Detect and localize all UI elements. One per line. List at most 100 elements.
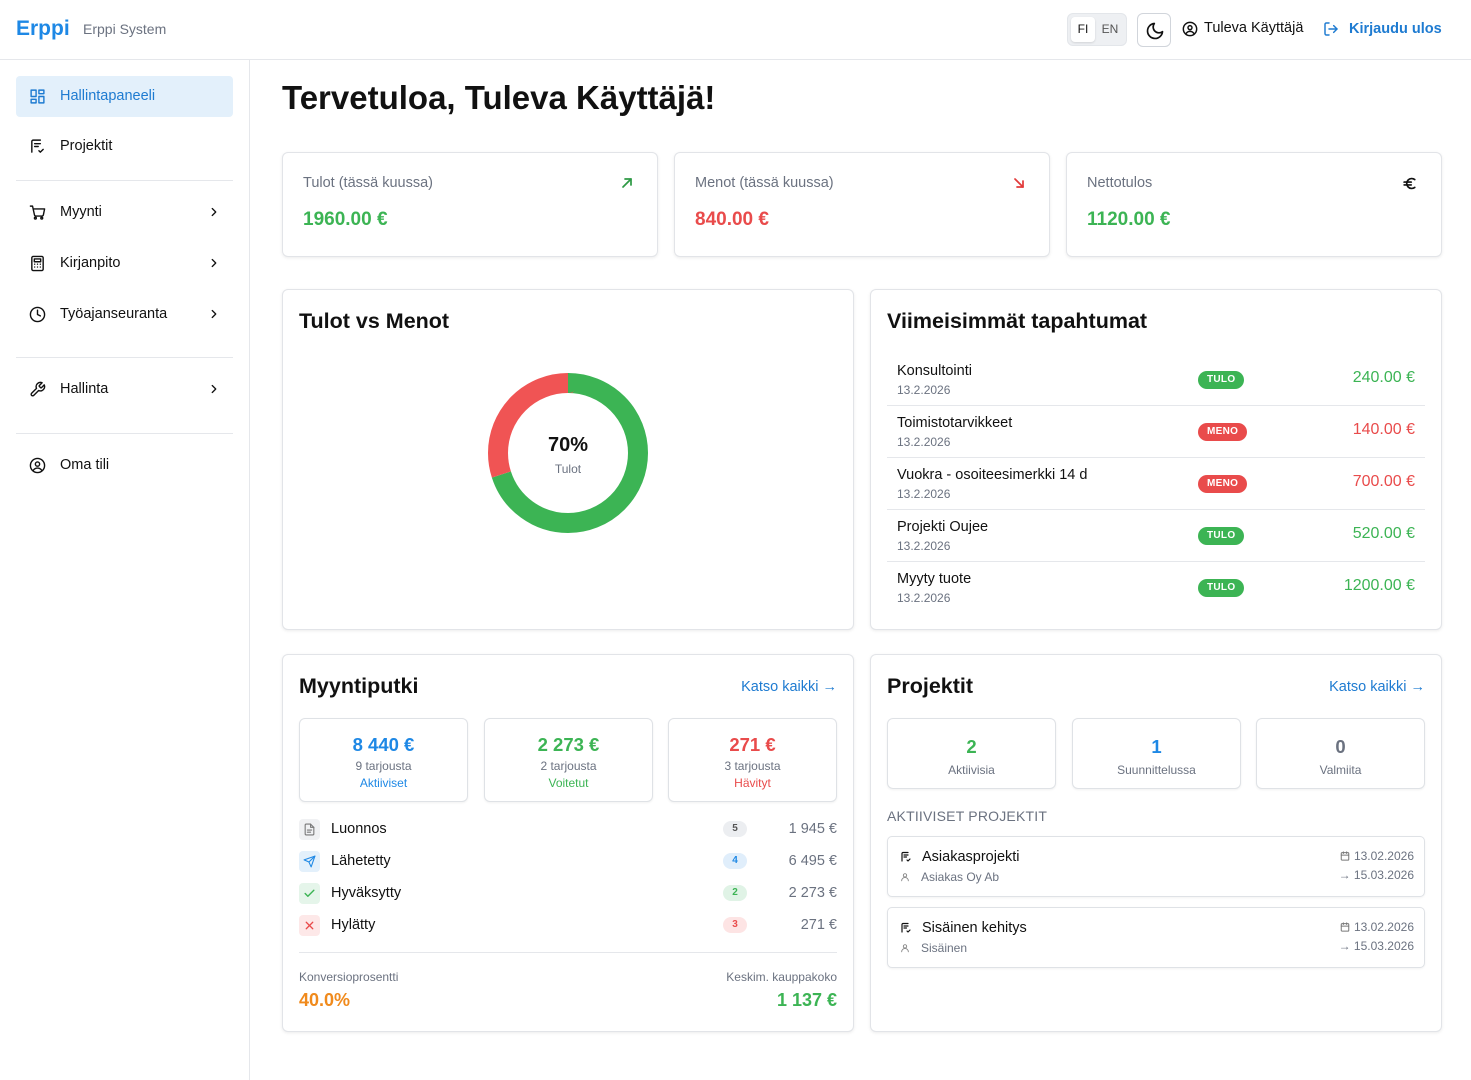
projects-planning-summary[interactable]: 1 Suunnittelussa bbox=[1072, 718, 1241, 789]
wrench-icon bbox=[30, 381, 46, 397]
project-start-date-text: 13.02.2026 bbox=[1353, 920, 1414, 934]
sidebar-item-dashboard[interactable]: Hallintapaneeli bbox=[16, 76, 233, 117]
project-start-date: 13.02.2026 bbox=[1340, 849, 1414, 863]
pipeline-won-summary[interactable]: 2 273 € 2 tarjousta Voitetut bbox=[484, 718, 653, 802]
card-title: Viimeisimmät tapahtumat bbox=[887, 309, 1148, 333]
stat-label: Tulot (tässä kuussa) bbox=[303, 175, 434, 191]
transaction-type-badge: MENO bbox=[1198, 475, 1248, 493]
sidebar-item-label: Hallintapaneeli bbox=[60, 88, 156, 104]
transaction-amount: 700.00 € bbox=[1352, 473, 1415, 490]
summary-label: Valmiita bbox=[1319, 763, 1362, 777]
stat-card-net: Nettotulos 1120.00 € bbox=[1066, 152, 1442, 257]
projects-done-summary[interactable]: 0 Valmiita bbox=[1256, 718, 1425, 789]
sidebar-item-label: Projektit bbox=[60, 138, 113, 154]
project-name: Asiakasprojekti bbox=[922, 849, 1020, 865]
language-switcher: FI EN bbox=[1067, 13, 1127, 46]
project-client: Sisäinen bbox=[921, 941, 968, 955]
transaction-row[interactable]: Konsultointi 13.2.2026 TULO 240.00 € bbox=[887, 354, 1425, 406]
stat-value: 1120.00 € bbox=[1087, 209, 1171, 230]
theme-toggle-button[interactable] bbox=[1137, 13, 1171, 47]
transaction-type-badge: MENO bbox=[1198, 423, 1248, 441]
see-all-link[interactable]: Katso kaikki → bbox=[1329, 679, 1425, 695]
summary-value: 8 440 € bbox=[352, 734, 415, 755]
user-circle-icon bbox=[29, 457, 46, 474]
transaction-type-badge: TULO bbox=[1198, 371, 1245, 389]
lang-fi-button[interactable]: FI bbox=[1071, 17, 1095, 42]
transaction-row[interactable]: Vuokra - osoiteesimerkki 14 d 13.2.2026 … bbox=[887, 458, 1425, 510]
pipeline-stage-rejected[interactable]: Hylätty 3 271 € bbox=[299, 915, 837, 937]
user-icon bbox=[901, 873, 909, 882]
income-vs-expenses-card: Tulot vs Menot 70% Tulot bbox=[282, 289, 854, 630]
transaction-name: Toimistotarvikkeet bbox=[897, 415, 1013, 431]
sidebar-divider bbox=[16, 433, 233, 434]
transaction-name: Myyty tuote bbox=[897, 571, 972, 587]
transaction-date: 13.2.2026 bbox=[897, 591, 951, 605]
pipeline-stage-amount: 271 € bbox=[800, 917, 837, 933]
pipeline-stage-name: Hyväksytty bbox=[331, 885, 402, 901]
transaction-date: 13.2.2026 bbox=[897, 435, 951, 449]
stat-value: 840.00 € bbox=[695, 209, 769, 230]
project-item[interactable]: Sisäinen kehitys Sisäinen 13.02.2026 → 1… bbox=[887, 907, 1425, 968]
stat-label: Menot (tässä kuussa) bbox=[695, 175, 834, 191]
pipeline-stage-icon-box bbox=[299, 851, 320, 872]
sidebar-item-label: Kirjanpito bbox=[60, 255, 121, 271]
summary-sub: 2 tarjousta bbox=[540, 759, 597, 773]
project-end-date: → 15.03.2026 bbox=[1338, 939, 1414, 953]
pipeline-stage-name: Hylätty bbox=[331, 917, 376, 933]
stat-card-expenses: Menot (tässä kuussa) 840.00 € bbox=[674, 152, 1050, 257]
pipeline-lost-summary[interactable]: 271 € 3 tarjousta Hävityt bbox=[668, 718, 837, 802]
transaction-row[interactable]: Projekti Oujee 13.2.2026 TULO 520.00 € bbox=[887, 510, 1425, 562]
brand-logo[interactable]: Erppi bbox=[16, 17, 70, 41]
projects-card: Projektit Katso kaikki → 2 Aktiivisia 1 … bbox=[870, 654, 1442, 1032]
donut-center-label: Tulot bbox=[554, 462, 582, 476]
calendar-icon bbox=[1340, 851, 1350, 861]
sidebar-item-my-account[interactable]: Oma tili bbox=[16, 445, 233, 486]
calendar-icon bbox=[1340, 922, 1350, 932]
summary-value: 2 bbox=[966, 736, 977, 757]
pipeline-stage-amount: 1 945 € bbox=[788, 821, 837, 837]
sidebar-item-admin[interactable]: Hallinta bbox=[16, 369, 233, 410]
sidebar: Hallintapaneeli Projektit Myynti Kirjanp… bbox=[0, 60, 250, 1080]
summary-value: 1 bbox=[1151, 736, 1162, 757]
transaction-name: Konsultointi bbox=[897, 363, 972, 379]
summary-tag: Voitetut bbox=[548, 776, 589, 790]
stat-card-income: Tulot (tässä kuussa) 1960.00 € bbox=[282, 152, 658, 257]
projects-active-summary[interactable]: 2 Aktiivisia bbox=[887, 718, 1056, 789]
pipeline-stage-accepted[interactable]: Hyväksytty 2 2 273 € bbox=[299, 883, 837, 905]
pipeline-stage-amount: 6 495 € bbox=[788, 853, 837, 869]
summary-label: Suunnittelussa bbox=[1117, 763, 1196, 777]
pipeline-stage-count: 2 bbox=[723, 885, 747, 901]
sidebar-item-sales[interactable]: Myynti bbox=[16, 192, 233, 233]
project-item[interactable]: Asiakasprojekti Asiakas Oy Ab 13.02.2026… bbox=[887, 836, 1425, 897]
project-icon bbox=[901, 922, 911, 933]
chevron-right-icon bbox=[211, 207, 217, 217]
pipeline-active-summary[interactable]: 8 440 € 9 tarjousta Aktiiviset bbox=[299, 718, 468, 802]
donut-center-value: 70% bbox=[547, 434, 589, 456]
clock-icon bbox=[29, 306, 46, 323]
sidebar-item-accounting[interactable]: Kirjanpito bbox=[16, 243, 233, 284]
transaction-row[interactable]: Toimistotarvikkeet 13.2.2026 MENO 140.00… bbox=[887, 406, 1425, 458]
sidebar-item-time-tracking[interactable]: Työajanseuranta bbox=[16, 294, 233, 335]
recent-transactions-card: Viimeisimmät tapahtumat Konsultointi 13.… bbox=[870, 289, 1442, 630]
check-icon bbox=[304, 889, 315, 897]
sidebar-item-label: Työajanseuranta bbox=[60, 306, 168, 322]
pipeline-stage-draft[interactable]: Luonnos 5 1 945 € bbox=[299, 819, 837, 841]
see-all-link[interactable]: Katso kaikki → bbox=[741, 679, 837, 695]
transaction-row[interactable]: Myyty tuote 13.2.2026 TULO 1200.00 € bbox=[887, 562, 1425, 614]
transaction-date: 13.2.2026 bbox=[897, 487, 951, 501]
pipeline-stage-amount: 2 273 € bbox=[788, 885, 837, 901]
arrow-up-right-icon bbox=[622, 178, 632, 188]
user-circle-icon bbox=[1182, 21, 1198, 37]
transaction-amount: 1200.00 € bbox=[1343, 577, 1415, 594]
summary-value: 271 € bbox=[729, 734, 776, 755]
pipeline-stage-count: 5 bbox=[723, 821, 747, 837]
sidebar-item-label: Hallinta bbox=[60, 381, 109, 397]
sidebar-divider bbox=[16, 357, 233, 358]
lang-en-button[interactable]: EN bbox=[1098, 17, 1122, 42]
summary-label: Aktiivisia bbox=[948, 763, 995, 777]
summary-tag: Aktiiviset bbox=[359, 776, 408, 790]
pipeline-stage-sent[interactable]: Lähetetty 4 6 495 € bbox=[299, 851, 837, 873]
stat-label: Nettotulos bbox=[1087, 175, 1153, 191]
sidebar-item-projects[interactable]: Projektit bbox=[16, 126, 233, 167]
avg-deal-label: Keskim. kauppakoko bbox=[726, 970, 837, 984]
